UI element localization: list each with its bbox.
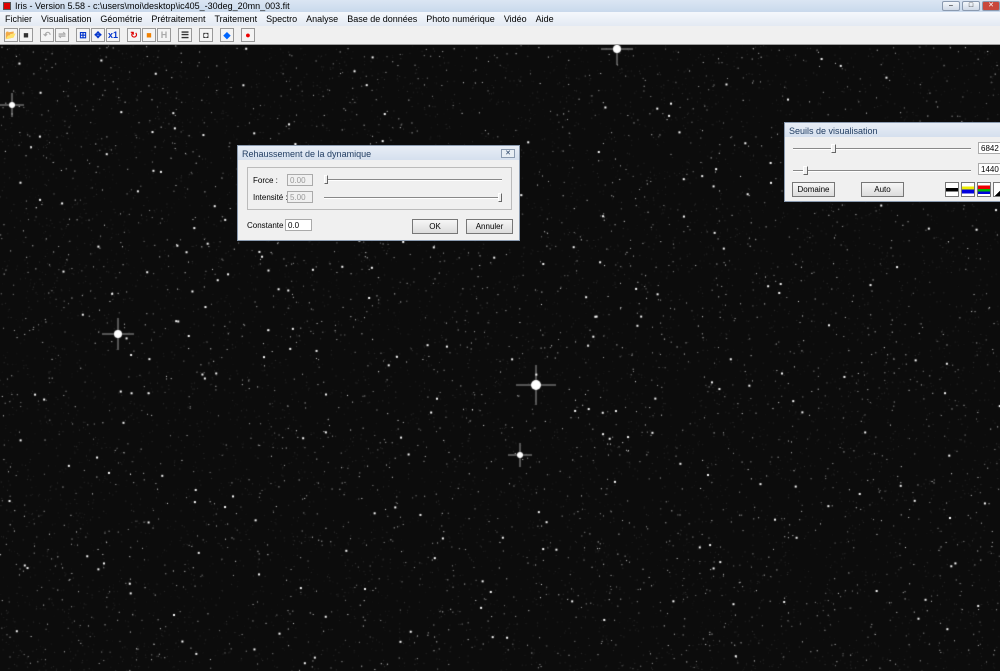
toolbar: 📂 ■ ↶ ⇌ ⊞ ✥ x1 ↻ ■ H ☰ ◘ ◆ ● bbox=[0, 26, 1000, 45]
intensity-slider-thumb[interactable] bbox=[498, 193, 502, 202]
force-slider-thumb[interactable] bbox=[324, 175, 328, 184]
open-folder-button[interactable]: 📂 bbox=[4, 28, 18, 42]
intensity-label: Intensité : bbox=[253, 193, 288, 202]
thresholds-panel: Seuils de visualisation 6842 1440 Domain… bbox=[784, 122, 1000, 202]
menu-vidéo[interactable]: Vidéo bbox=[504, 14, 527, 24]
square-button[interactable]: ■ bbox=[142, 28, 156, 42]
sliders-button[interactable]: ⇌ bbox=[55, 28, 69, 42]
dynamics-dialog: Rehaussement de la dynamique ✕ Force : 0… bbox=[237, 145, 520, 241]
move-button[interactable]: ✥ bbox=[91, 28, 105, 42]
camera-button[interactable]: ◘ bbox=[199, 28, 213, 42]
constant-label: Constante : bbox=[247, 221, 288, 230]
menu-spectro[interactable]: Spectro bbox=[266, 14, 297, 24]
constant-field[interactable]: 0.0 bbox=[285, 219, 312, 231]
intensity-slider[interactable] bbox=[324, 197, 502, 199]
false-color-palette-button[interactable] bbox=[961, 182, 975, 197]
menu-photo-numérique[interactable]: Photo numérique bbox=[426, 14, 495, 24]
grayscale-palette-button[interactable] bbox=[945, 182, 959, 197]
menu-géométrie[interactable]: Géométrie bbox=[100, 14, 142, 24]
menu-prétraitement[interactable]: Prétraitement bbox=[151, 14, 205, 24]
window-title: Iris - Version 5.58 - c:\users\moi\deskt… bbox=[15, 1, 290, 11]
record-button[interactable]: ● bbox=[241, 28, 255, 42]
auto-button[interactable]: Auto bbox=[861, 182, 904, 197]
grid-button[interactable]: ⊞ bbox=[76, 28, 90, 42]
panel-title: Seuils de visualisation bbox=[789, 126, 878, 136]
intensity-field[interactable]: 5.00 bbox=[287, 191, 313, 203]
menu-analyse[interactable]: Analyse bbox=[306, 14, 338, 24]
force-slider[interactable] bbox=[324, 179, 502, 181]
menu-fichier[interactable]: Fichier bbox=[5, 14, 32, 24]
menu-traitement[interactable]: Traitement bbox=[214, 14, 257, 24]
histogram-button[interactable]: H bbox=[157, 28, 171, 42]
cancel-button[interactable]: Annuler bbox=[466, 219, 513, 234]
force-label: Force : bbox=[253, 176, 278, 185]
app-icon bbox=[3, 2, 11, 10]
menu-visualisation[interactable]: Visualisation bbox=[41, 14, 91, 24]
gradient-palette-button[interactable] bbox=[993, 182, 1000, 197]
low-threshold-slider[interactable] bbox=[793, 170, 971, 172]
zoom-x1-button[interactable]: x1 bbox=[106, 28, 120, 42]
title-bar: Iris - Version 5.58 - c:\users\moi\deskt… bbox=[0, 0, 1000, 12]
high-threshold-slider[interactable] bbox=[793, 148, 971, 150]
menu-aide[interactable]: Aide bbox=[536, 14, 554, 24]
force-field[interactable]: 0.00 bbox=[287, 174, 313, 186]
diamond-button[interactable]: ◆ bbox=[220, 28, 234, 42]
high-threshold-thumb[interactable] bbox=[831, 144, 836, 153]
rgb-palette-button[interactable] bbox=[977, 182, 991, 197]
close-button[interactable]: ✕ bbox=[982, 1, 1000, 11]
undo-button[interactable]: ↶ bbox=[40, 28, 54, 42]
low-threshold-field[interactable]: 1440 bbox=[978, 163, 1000, 175]
ok-button[interactable]: OK bbox=[412, 219, 458, 234]
save-button[interactable]: ■ bbox=[19, 28, 33, 42]
dialog-close-button[interactable]: ✕ bbox=[501, 149, 515, 158]
maximize-button[interactable]: □ bbox=[962, 1, 980, 11]
domain-button[interactable]: Domaine bbox=[792, 182, 835, 197]
dialog-title: Rehaussement de la dynamique bbox=[242, 149, 372, 159]
low-threshold-thumb[interactable] bbox=[803, 166, 808, 175]
list-button[interactable]: ☰ bbox=[178, 28, 192, 42]
minimize-button[interactable]: – bbox=[942, 1, 960, 11]
menu-base-de-données[interactable]: Base de données bbox=[347, 14, 417, 24]
refresh-button[interactable]: ↻ bbox=[127, 28, 141, 42]
menu-bar: Fichier Visualisation Géométrie Prétraiteme… bbox=[0, 12, 1000, 26]
high-threshold-field[interactable]: 6842 bbox=[978, 142, 1000, 154]
